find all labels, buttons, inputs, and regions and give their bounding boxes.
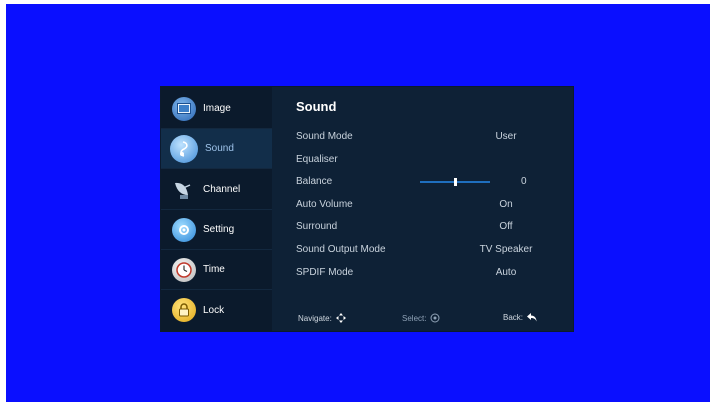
navigate-arrows-icon xyxy=(335,313,346,323)
navigate-label: Navigate: xyxy=(298,313,332,323)
sidebar-item-label: Time xyxy=(203,264,225,275)
satellite-dish-icon xyxy=(172,178,196,202)
slider-knob[interactable] xyxy=(454,178,457,186)
sidebar-item-label: Lock xyxy=(203,304,225,316)
row-spdif-mode[interactable]: SPDIF Mode Auto xyxy=(296,264,566,282)
back-hint: Back: xyxy=(503,313,537,322)
row-label: Auto Volume xyxy=(296,199,353,210)
sidebar-item-sound[interactable]: Sound xyxy=(161,129,279,169)
row-label: SPDIF Mode xyxy=(296,267,354,278)
sidebar-item-channel[interactable]: Channel xyxy=(161,170,272,210)
sidebar-item-label: Sound xyxy=(205,143,234,154)
row-label: Balance xyxy=(296,176,333,187)
row-auto-volume[interactable]: Auto Volume On xyxy=(296,196,566,214)
row-value: Off xyxy=(499,221,513,232)
row-label: Surround xyxy=(296,221,338,232)
padlock-icon xyxy=(172,298,196,322)
balance-slider[interactable] xyxy=(420,178,490,186)
sound-panel: Sound Sound Mode User Equaliser Balance … xyxy=(272,87,573,331)
row-value: On xyxy=(499,199,513,210)
select-ok-icon xyxy=(430,313,440,323)
row-value: Auto xyxy=(495,267,517,278)
panel-title: Sound xyxy=(296,99,337,114)
row-balance[interactable]: Balance 0 xyxy=(296,173,566,191)
sidebar-item-label: Setting xyxy=(203,224,235,235)
tv-screen: Image Sound Channel Setting Time Lock So… xyxy=(6,4,710,402)
setting-icon xyxy=(172,217,196,242)
sidebar-item-image[interactable]: Image xyxy=(161,89,272,129)
row-label: Sound Mode xyxy=(296,131,353,142)
row-equaliser[interactable]: Equaliser xyxy=(296,151,566,169)
navigate-hint: Navigate: xyxy=(298,313,346,323)
row-sound-output-mode[interactable]: Sound Output Mode TV Speaker xyxy=(296,241,566,259)
row-label: Equaliser xyxy=(296,154,338,165)
sidebar-item-time[interactable]: Time xyxy=(161,250,272,290)
select-hint: Select: xyxy=(402,313,440,323)
footer-hints: Navigate: Select: Back: xyxy=(272,305,573,331)
clock-icon xyxy=(172,257,196,282)
sidebar-item-setting[interactable]: Setting xyxy=(161,210,272,250)
row-value: User xyxy=(495,131,517,142)
back-arrow-icon xyxy=(527,313,537,322)
row-label: Sound Output Mode xyxy=(296,244,386,255)
row-sound-mode[interactable]: Sound Mode User xyxy=(296,128,566,146)
sidebar-item-lock[interactable]: Lock xyxy=(161,290,272,330)
row-value: TV Speaker xyxy=(479,244,533,255)
sidebar-item-label: Image xyxy=(203,103,231,114)
sound-icon xyxy=(170,134,198,163)
select-label: Select: xyxy=(402,313,427,323)
back-label: Back: xyxy=(503,313,524,322)
row-surround[interactable]: Surround Off xyxy=(296,218,566,236)
settings-menu: Image Sound Channel Setting Time Lock So… xyxy=(161,87,573,331)
balance-value: 0 xyxy=(521,176,527,187)
sidebar-item-label: Channel xyxy=(203,184,241,195)
sidebar: Image Sound Channel Setting Time Lock xyxy=(161,87,279,331)
image-icon xyxy=(172,96,196,121)
